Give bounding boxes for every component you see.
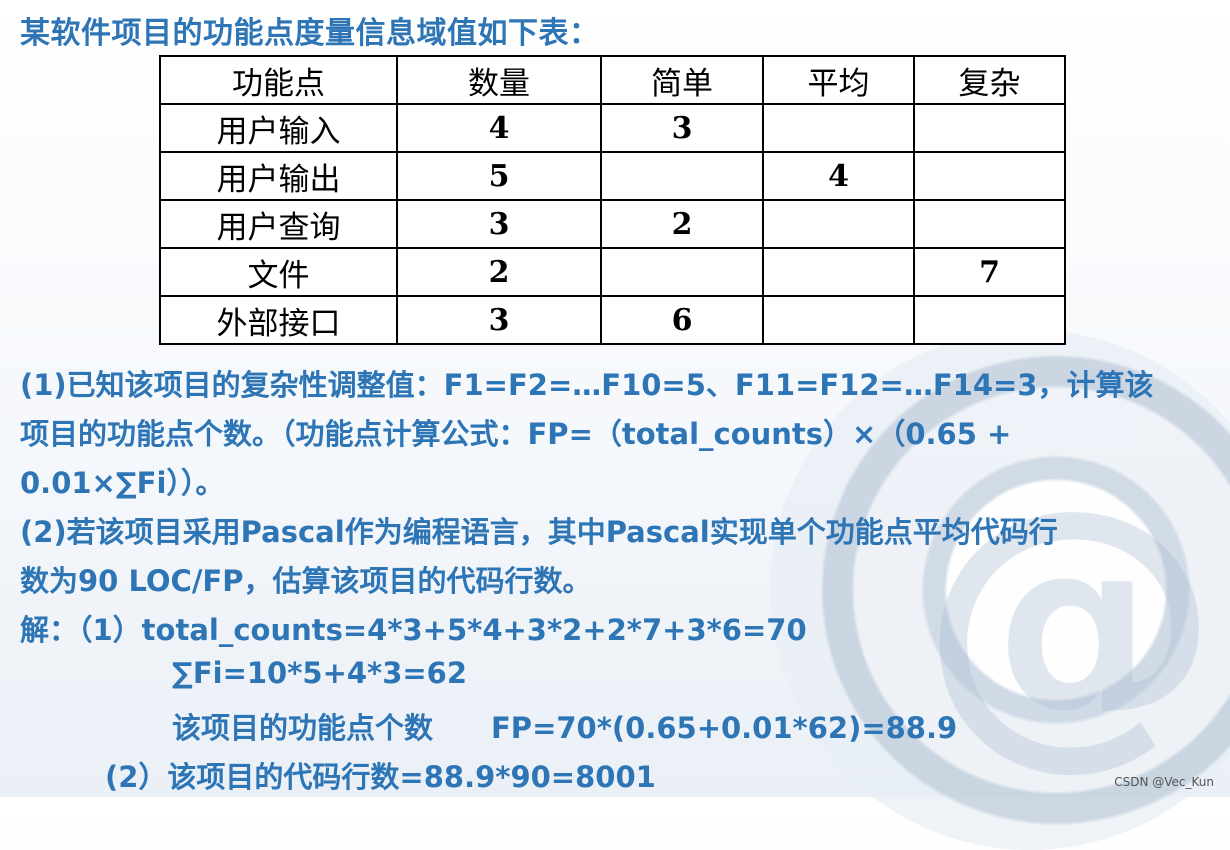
row-label: 文件 bbox=[159, 247, 398, 297]
question-2-line-1: (2)若该项目采用Pascal作为编程语言，其中Pascal实现单个功能点平均代… bbox=[20, 515, 1058, 549]
table-cell bbox=[762, 199, 915, 249]
table-cell: 3 bbox=[396, 295, 602, 345]
row-label: 用户输出 bbox=[159, 151, 398, 201]
solution-line-1: 解：（1）total_counts=4*3+5*4+3*2+2*7+3*6=70 bbox=[20, 613, 807, 647]
table-cell bbox=[762, 247, 915, 297]
table-cell: 4 bbox=[762, 151, 915, 201]
row-label: 用户查询 bbox=[159, 199, 398, 249]
solution-line-2: ∑Fi=10*5+4*3=62 bbox=[172, 656, 468, 690]
table-cell bbox=[600, 151, 764, 201]
table-cell: 4 bbox=[396, 103, 602, 153]
row-label: 用户输入 bbox=[159, 103, 398, 153]
header-cell: 功能点 bbox=[159, 55, 398, 105]
table-cell bbox=[913, 199, 1066, 249]
table-row: 用户查询 3 2 bbox=[159, 199, 1066, 249]
question-1-line-2: 项目的功能点个数。（功能点计算公式：FP=（total_counts）×（0.6… bbox=[20, 417, 1012, 451]
table-cell: 7 bbox=[913, 247, 1066, 297]
table-row: 用户输出 5 4 bbox=[159, 151, 1066, 201]
question-1-line-1: (1)已知该项目的复杂性调整值：F1=F2=…F10=5、F11=F12=…F1… bbox=[20, 368, 1154, 402]
question-2-line-2: 数为90 LOC/FP，估算该项目的代码行数。 bbox=[20, 564, 592, 598]
solution-line-3: 该项目的功能点个数 FP=70*(0.65+0.01*62)=88.9 bbox=[172, 711, 958, 745]
question-1-line-3: 0.01×∑Fi））。 bbox=[20, 466, 225, 500]
table-cell: 3 bbox=[600, 103, 764, 153]
table-cell: 2 bbox=[396, 247, 602, 297]
table-cell: 6 bbox=[600, 295, 764, 345]
table-cell: 5 bbox=[396, 151, 602, 201]
header-cell: 平均 bbox=[762, 55, 915, 105]
function-point-table: 功能点 数量 简单 平均 复杂 用户输入 4 3 用户输出 5 4 用户查询 3… bbox=[159, 55, 1066, 345]
table-cell bbox=[762, 295, 915, 345]
table-cell: 3 bbox=[396, 199, 602, 249]
table-cell bbox=[913, 103, 1066, 153]
row-label: 外部接口 bbox=[159, 295, 398, 345]
table-cell: 2 bbox=[600, 199, 764, 249]
header-cell: 复杂 bbox=[913, 55, 1066, 105]
table-cell bbox=[913, 151, 1066, 201]
table-cell bbox=[913, 295, 1066, 345]
table-row: 外部接口 3 6 bbox=[159, 295, 1066, 345]
page-title: 某软件项目的功能点度量信息域值如下表： bbox=[20, 16, 600, 51]
table-row: 文件 2 7 bbox=[159, 247, 1066, 297]
table-cell bbox=[600, 247, 764, 297]
watermark-text: CSDN @Vec_Kun bbox=[1114, 775, 1214, 789]
header-cell: 数量 bbox=[396, 55, 602, 105]
table-row: 用户输入 4 3 bbox=[159, 103, 1066, 153]
table-header-row: 功能点 数量 简单 平均 复杂 bbox=[159, 55, 1066, 105]
solution-line-4: (2）该项目的代码行数=88.9*90=8001 bbox=[105, 760, 656, 794]
header-cell: 简单 bbox=[600, 55, 764, 105]
table-cell bbox=[762, 103, 915, 153]
